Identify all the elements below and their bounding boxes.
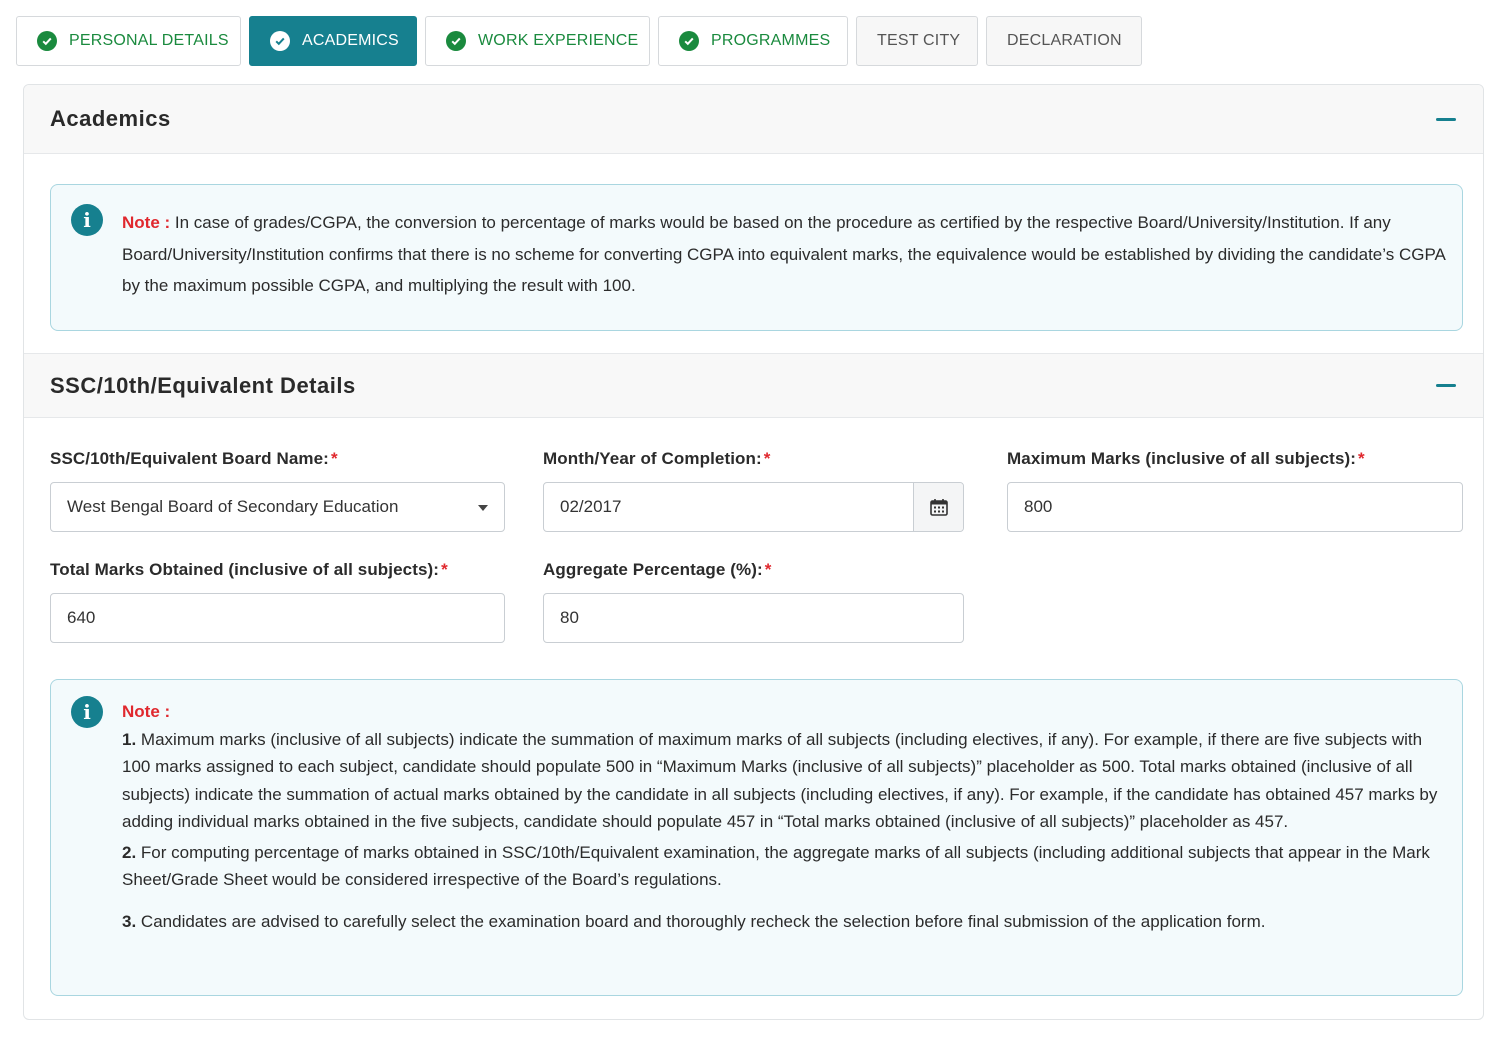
ssc-title: SSC/10th/Equivalent Details	[50, 372, 356, 398]
info-icon: i	[71, 696, 103, 728]
tab-label: ACADEMICS	[302, 32, 399, 49]
check-circle-icon	[679, 31, 699, 51]
aggregate-value: 80	[560, 608, 579, 627]
check-circle-icon	[270, 31, 290, 51]
caret-down-icon	[478, 505, 488, 511]
tab-label: TEST CITY	[877, 32, 961, 49]
note-number: 1.	[122, 729, 137, 749]
academics-header: Academics	[24, 85, 1483, 154]
section-title: Academics	[50, 106, 171, 131]
marks-note-box: i Note : 1. Maximum marks (inclusive of …	[50, 679, 1463, 996]
max-marks-value: 800	[1024, 497, 1053, 516]
step-tabs: PERSONAL DETAILS ACADEMICS WORK EXPERIEN…	[16, 16, 1142, 66]
info-icon: i	[71, 204, 103, 236]
total-marks-label: Total Marks Obtained (inclusive of all s…	[50, 560, 448, 579]
collapse-minus-icon[interactable]	[1435, 375, 1457, 397]
note-content: In case of grades/CGPA, the conversion t…	[122, 213, 1445, 295]
note-label: Note :	[122, 702, 171, 721]
note-point-3: Candidates are advised to carefully sele…	[140, 911, 1266, 931]
aggregate-label: Aggregate Percentage (%): *	[543, 560, 772, 579]
marks-note-text: Note : 1. Maximum marks (inclusive of al…	[122, 698, 1450, 935]
tab-work-experience[interactable]: WORK EXPERIENCE	[425, 16, 650, 66]
tab-label: DECLARATION	[1007, 32, 1122, 49]
check-circle-icon	[446, 31, 466, 51]
required-asterisk: *	[1358, 449, 1365, 468]
note-point-2: For computing percentage of marks obtain…	[122, 842, 1430, 890]
academics-card: Academics i Note : In case of grades/CGP…	[23, 84, 1484, 1020]
board-name-label: SSC/10th/Equivalent Board Name: *	[50, 449, 338, 468]
completion-label: Month/Year of Completion: *	[543, 449, 771, 468]
tab-academics[interactable]: ACADEMICS	[249, 16, 417, 66]
collapse-minus-icon[interactable]	[1435, 108, 1457, 130]
total-marks-input[interactable]: 640	[50, 593, 505, 643]
required-asterisk: *	[330, 449, 338, 468]
ssc-header: SSC/10th/Equivalent Details	[24, 353, 1483, 418]
board-name-select[interactable]: West Bengal Board of Secondary Education	[50, 482, 505, 532]
note-number: 3.	[122, 911, 137, 931]
total-marks-value: 640	[67, 608, 96, 627]
board-name-value: West Bengal Board of Secondary Education	[67, 497, 399, 516]
required-asterisk: *	[764, 560, 772, 579]
required-asterisk: *	[441, 560, 448, 579]
tab-label: PERSONAL DETAILS	[69, 32, 229, 49]
calendar-icon	[929, 499, 948, 516]
cgpa-note-box: i Note : In case of grades/CGPA, the con…	[50, 184, 1463, 331]
tab-programmes[interactable]: PROGRAMMES	[658, 16, 848, 66]
note-label: Note :	[122, 213, 171, 232]
tab-label: PROGRAMMES	[711, 32, 831, 49]
completion-date-input[interactable]: 02/2017	[543, 482, 964, 532]
completion-date-value: 02/2017	[560, 497, 622, 516]
check-circle-icon	[37, 31, 57, 51]
cgpa-note-text: Note : In case of grades/CGPA, the conve…	[122, 207, 1450, 302]
aggregate-input[interactable]: 80	[543, 593, 964, 643]
max-marks-input[interactable]: 800	[1007, 482, 1463, 532]
required-asterisk: *	[763, 449, 771, 468]
tab-test-city[interactable]: TEST CITY	[856, 16, 978, 66]
note-point-1: Maximum marks (inclusive of all subjects…	[122, 729, 1438, 832]
calendar-button[interactable]	[913, 483, 963, 531]
tab-declaration[interactable]: DECLARATION	[986, 16, 1142, 66]
tab-personal-details[interactable]: PERSONAL DETAILS	[16, 16, 241, 66]
max-marks-label: Maximum Marks (inclusive of all subjects…	[1007, 449, 1365, 468]
note-number: 2.	[122, 842, 137, 862]
tab-label: WORK EXPERIENCE	[478, 32, 639, 49]
